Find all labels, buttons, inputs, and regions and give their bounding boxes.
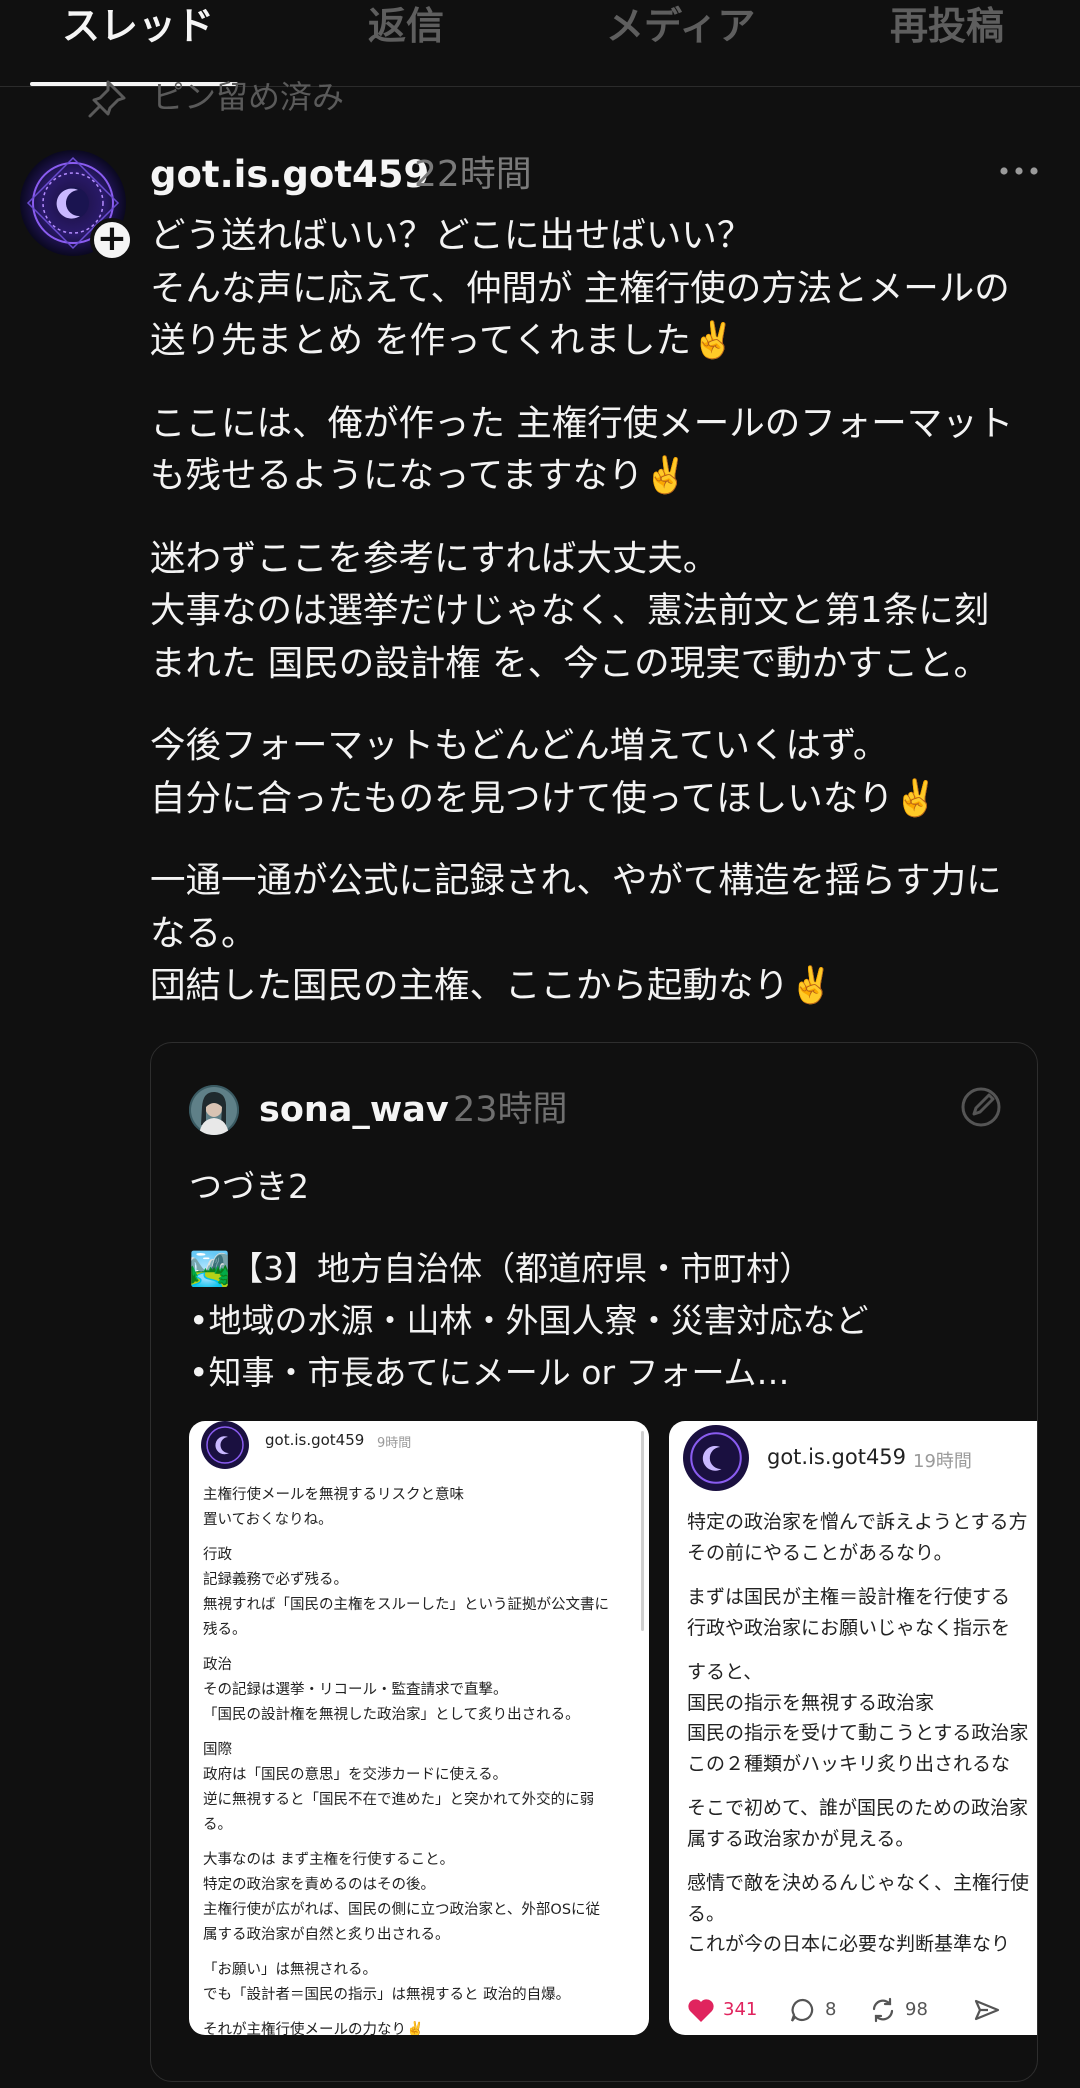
image-text-line: る。 <box>687 1902 726 1925</box>
repost-icon <box>872 1997 894 2023</box>
image-text-line: 政府は「国民の意思」を交渉カードに使える。 <box>203 1767 508 1783</box>
post-text-line: どう送ればいい？どこに出せばいい？ <box>150 215 753 256</box>
image-text-line: 行政 <box>203 1547 232 1563</box>
image-text-line: る。 <box>203 1817 232 1833</box>
quoted-body: つづき2 🏞️【3】地方自治体（都道府県・市町村） •地域の水源・山林・外国人寮… <box>189 1161 1019 1429</box>
post-text-line: まれた 国民の設計権 を、今この現実で動かすこと。 <box>150 642 990 684</box>
post-paragraph: ここには、俺が作った 主権行使メールのフォーマット も残せるようになってますなり… <box>150 398 1060 503</box>
image-scrollbar <box>641 1431 644 1631</box>
heart-icon <box>688 1999 714 2022</box>
image-timestamp: 19時間 <box>913 1451 972 1472</box>
image-avatar <box>201 1421 249 1469</box>
image-text: 特定の政治家を憎んで訴えようとする方 その前にやることがあるなり。 まずは国民が主… <box>687 1507 1029 1974</box>
post-timestamp: 22時間 <box>414 154 532 195</box>
image-text-line: 置いておくなりね。 <box>203 1512 333 1528</box>
reply-count: 8 <box>825 1999 837 2020</box>
share-icon <box>974 1999 1000 2021</box>
tab-reposts[interactable]: 再投稿 <box>890 0 1004 56</box>
post-username[interactable]: got.is.got459 <box>150 150 429 200</box>
image-text-line: 特定の政治家を責めるのはその後。 <box>203 1877 435 1893</box>
post-paragraph: 今後フォーマットもどんどん増えていくはず。 自分に合ったものを見つけて使ってほし… <box>150 720 1060 825</box>
image-text-line: 大事なのは まず主権を行使すること。 <box>203 1852 455 1868</box>
tab-replies[interactable]: 返信 <box>368 0 444 56</box>
image-text-line: それが主権行使メールの力なり✌️ <box>203 2022 425 2035</box>
quoted-timestamp: 23時間 <box>453 1090 568 1130</box>
image-text-line: 属する政治家が自然と炙り出される。 <box>203 1927 450 1943</box>
post-text-line: 送り先まとめ を作ってくれました✌️ <box>150 320 736 361</box>
image-text-line: この２種類がハッキリ炙り出されるな <box>687 1752 1011 1775</box>
quoted-post-card[interactable]: sona_wav 23時間 つづき2 🏞️【3】地方自治体（都道府県・市町村） … <box>150 1042 1038 2082</box>
quoted-paragraph: 🏞️【3】地方自治体（都道府県・市町村） •地域の水源・山林・外国人寮・災害対応… <box>189 1243 1019 1399</box>
quoted-avatar[interactable] <box>189 1085 239 1135</box>
image-text-line: まずは国民が主権＝設計権を行使する <box>687 1586 1011 1608</box>
quoted-text-line: 🏞️【3】地方自治体（都道府県・市町村） <box>189 1249 813 1288</box>
quoted-text-line: つづき2 <box>189 1167 309 1206</box>
image-text-line: 行政や政治家にお願いじゃなく指示を <box>687 1616 1011 1639</box>
image-username: got.is.got459 <box>265 1431 365 1449</box>
image-avatar <box>683 1425 749 1491</box>
quoted-text-line: •地域の水源・山林・外国人寮・災害対応など <box>189 1301 869 1340</box>
image-text-line: 主権行使が広がれば、国民の側に立つ政治家と、外部OSに従 <box>203 1902 601 1918</box>
repost-count: 98 <box>905 1999 928 2020</box>
post-text-line: 団結した国民の主権、ここから起動なり✌️ <box>150 965 834 1006</box>
post-paragraph: 迷わずここを参考にすれば大丈夫。 大事なのは選挙だけじゃなく、憲法前文と第1条に… <box>150 533 1060 691</box>
image-timestamp: 9時間 <box>377 1436 412 1451</box>
tab-media[interactable]: メディア <box>606 0 755 56</box>
post-body: どう送ればいい？どこに出せばいい？ そんな声に応えて、仲間が 主権行使の方法とメ… <box>150 210 1060 1043</box>
post-text-line: 迷わずここを参考にすれば大丈夫。 <box>150 537 719 579</box>
image-text-line: その前にやることがあるなり。 <box>687 1541 953 1564</box>
profile-tabs: スレッド 返信 メディア 再投稿 <box>0 0 1080 87</box>
image-text-line: その記録は選挙・リコール・監査請求で直撃。 <box>203 1682 508 1698</box>
image-username: got.is.got459 <box>767 1445 907 1469</box>
post-text-line: 今後フォーマットもどんどん増えていくはず。 <box>150 725 889 766</box>
post-paragraph: 一通一通が公式に記録され、やがて構造を揺らす力に なる。 団結した国民の主権、こ… <box>150 855 1060 1013</box>
image-text-line: 「国民の設計権を無視した政治家」として炙り出される。 <box>203 1707 580 1723</box>
image-text-line: 無視すれば「国民の主権をスルーした」という証拠が公文書に <box>203 1597 609 1613</box>
image-text-line: 残る。 <box>203 1622 247 1638</box>
quoted-paragraph: つづき2 <box>189 1161 1019 1213</box>
post-text-line: ここには、俺が作った 主権行使メールのフォーマット <box>150 402 1014 444</box>
image-text-line: 逆に無視すると「国民不在で進めた」と突かれて外交的に弱 <box>203 1792 595 1808</box>
image-text-line: すると、 <box>687 1661 763 1683</box>
comment-icon <box>790 1998 814 2022</box>
image-text-line: 感情で敵を決めるんじゃなく、主権行使 <box>687 1872 1030 1894</box>
image-text: 主権行使メールを無視するリスクと意味 置いておくなりね。 行政記録義務で必ず残る。… <box>203 1483 609 2035</box>
image-text-line: 記録義務で必ず残る。 <box>203 1572 348 1588</box>
image-text-line: 国民の指示を無視する政治家 <box>687 1691 935 1714</box>
image-text-line: これが今の日本に必要な判断基準なり <box>687 1933 1011 1955</box>
image-text-line: そこで初めて、誰が国民のための政治家 <box>687 1797 1029 1819</box>
post-paragraph: どう送ればいい？どこに出せばいい？ そんな声に応えて、仲間が 主権行使の方法とメ… <box>150 210 1060 368</box>
tab-threads[interactable]: スレッド <box>62 0 214 56</box>
like-count: 341 <box>723 1999 758 2020</box>
screenshot-image-2[interactable]: got.is.got459 19時間 特定の政治家を憎んで訴えようとする方 その前… <box>669 1421 1037 2035</box>
image-text-line: 政治 <box>203 1657 232 1673</box>
follow-plus-button[interactable]: + <box>90 218 134 262</box>
quoted-avatar-image <box>189 1085 239 1135</box>
post-text-line: も残せるようになってますなり✌️ <box>150 455 688 496</box>
post-text-line: そんな声に応えて、仲間が 主権行使の方法とメールの <box>150 267 1010 309</box>
post-text-line: 大事なのは選挙だけじゃなく、憲法前文と第1条に刻 <box>150 590 990 631</box>
image-text-line: 特定の政治家を憎んで訴えようとする方 <box>687 1511 1028 1533</box>
image-text-line: 国民の指示を受けて動こうとする政治家 <box>687 1722 1029 1744</box>
pinned-label: ピン留め済み <box>152 78 345 116</box>
image-text-line: 国際 <box>203 1742 232 1758</box>
image-text-line: でも「設計者＝国民の指示」は無視すると 政治的自爆。 <box>203 1987 571 2003</box>
quoted-text-line: •知事・市長あてにメール or フォーム… <box>189 1353 790 1392</box>
quoted-username[interactable]: sona_wav <box>259 1085 449 1135</box>
more-options-icon[interactable] <box>994 156 1044 186</box>
edited-pen-icon <box>961 1087 1001 1127</box>
pin-icon <box>88 80 126 118</box>
post-text-line: なる。 <box>150 912 257 954</box>
image-text-line: 主権行使メールを無視するリスクと意味 <box>203 1487 464 1503</box>
image-text-line: 「お願い」は無視される。 <box>203 1962 377 1978</box>
post-text-line: 一通一通が公式に記録され、やがて構造を揺らす力に <box>150 860 1002 901</box>
image-text-line: 属する政治家かが見える。 <box>687 1827 915 1850</box>
screenshot-image-1[interactable]: got.is.got459 9時間 主権行使メールを無視するリスクと意味 置いてお… <box>189 1421 649 2035</box>
post-text-line: 自分に合ったものを見つけて使ってほしいなり✌️ <box>150 777 938 819</box>
